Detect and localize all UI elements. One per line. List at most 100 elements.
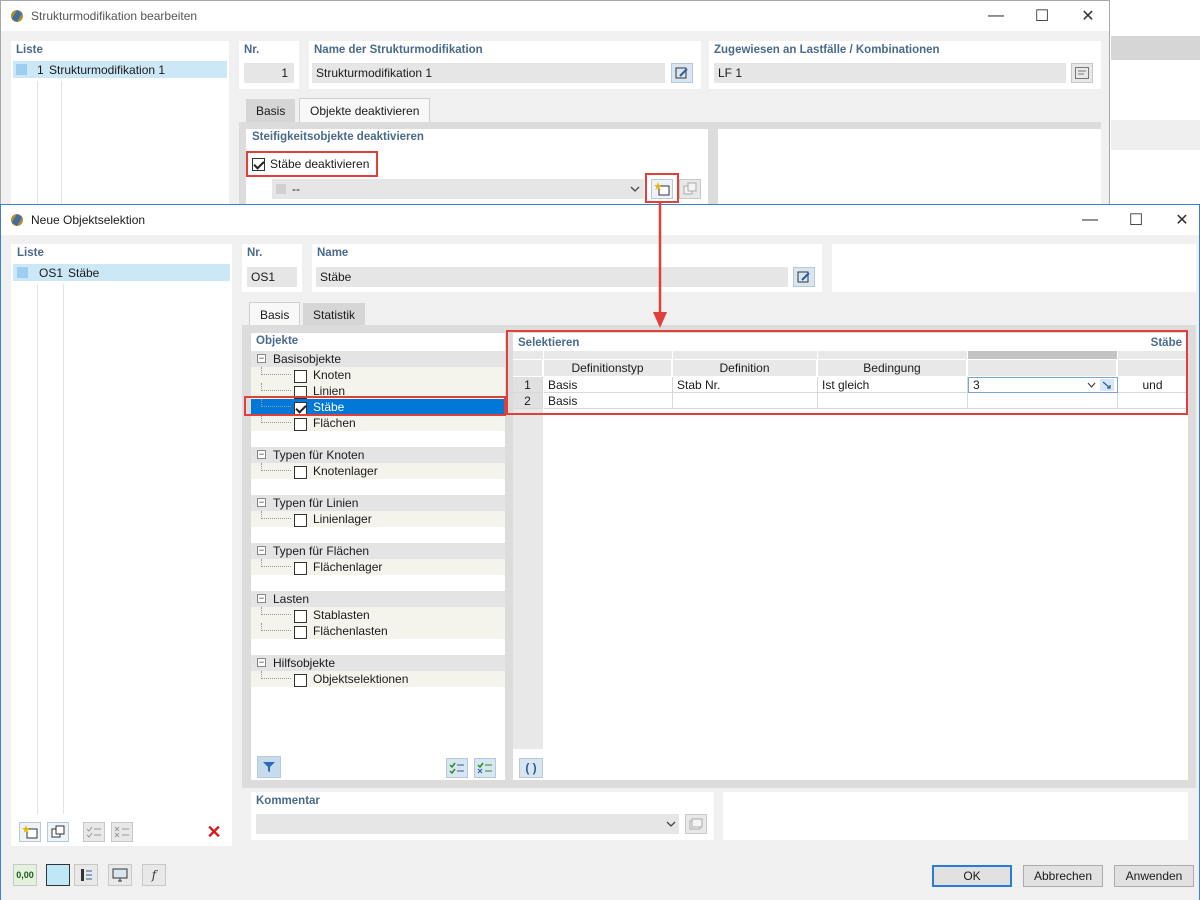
- tab-objekte-deaktivieren[interactable]: Objekte deaktivieren: [299, 98, 431, 122]
- tree-item[interactable]: Flächenlasten: [251, 623, 505, 640]
- fg-name-field[interactable]: Stäbe: [316, 267, 788, 287]
- tree-item-label: Flächen: [313, 416, 356, 430]
- tree-checkbox[interactable]: [294, 370, 307, 384]
- list-divider: [37, 81, 38, 211]
- tree-checkbox[interactable]: [294, 562, 307, 576]
- maximize-icon[interactable]: ☐: [1019, 1, 1065, 31]
- list-item[interactable]: 1 Strukturmodifikation 1: [13, 61, 227, 78]
- assign-button[interactable]: [1071, 63, 1093, 83]
- tree-connector: [261, 383, 291, 391]
- list-item[interactable]: OS1 Stäbe: [13, 264, 230, 281]
- bg-nr-panel: Nr. 1: [239, 41, 299, 89]
- collapse-icon[interactable]: −: [257, 354, 266, 363]
- list-item-nr: 1: [37, 63, 44, 77]
- apply-button[interactable]: Anwenden: [1114, 865, 1194, 887]
- tree-item[interactable]: Knotenlager: [251, 463, 505, 480]
- bg-assigned-field: LF 1: [714, 63, 1066, 83]
- maximize-icon[interactable]: ☐: [1113, 205, 1159, 235]
- select-all-button[interactable]: [446, 758, 468, 778]
- tree-checkbox[interactable]: [294, 466, 307, 480]
- bg-section-label: Steifigkeitsobjekte deaktivieren: [252, 131, 424, 143]
- filter-icon: [263, 762, 275, 772]
- highlight-staebe-item: [244, 396, 506, 416]
- ok-button[interactable]: OK: [932, 865, 1012, 887]
- tree-checkbox[interactable]: [294, 610, 307, 624]
- tree-group-label: Lasten: [273, 592, 310, 606]
- tree-checkbox[interactable]: [294, 418, 307, 432]
- tab-basis[interactable]: Basis: [249, 302, 301, 326]
- tree-connector: [261, 367, 291, 375]
- collapse-icon[interactable]: −: [257, 498, 266, 507]
- comment-library-button[interactable]: [685, 814, 707, 834]
- fg-nr-panel: Nr. OS1: [242, 244, 302, 292]
- check-all-button[interactable]: [83, 822, 105, 842]
- comment-dropdown[interactable]: [256, 814, 679, 834]
- close-icon[interactable]: ✕: [1159, 205, 1200, 235]
- units-button[interactable]: [74, 864, 98, 886]
- tree-item-label: Objektselektionen: [313, 672, 409, 686]
- tree-connector: [261, 415, 291, 423]
- highlight-select-grid: [506, 330, 1188, 415]
- tree-checkbox[interactable]: [294, 626, 307, 640]
- list-item-swatch: [17, 267, 28, 278]
- uncheck-all-button[interactable]: [111, 822, 133, 842]
- selection-dropdown[interactable]: --: [272, 179, 644, 199]
- bg-right-panel: [718, 129, 1101, 211]
- tree-connector: [261, 463, 291, 471]
- collapse-icon[interactable]: −: [257, 546, 266, 555]
- function-button[interactable]: f: [142, 864, 166, 886]
- bg-nr-field: 1: [244, 63, 294, 83]
- bg-app-area: [1111, 120, 1200, 150]
- tree-item[interactable]: Stablasten: [251, 607, 505, 624]
- edit-icon: [675, 67, 688, 79]
- fg-list-panel: Liste OS1 Stäbe ✕: [11, 244, 232, 846]
- new-list-item-button[interactable]: [19, 822, 41, 842]
- tree-group[interactable]: − Basisobjekte: [251, 351, 505, 367]
- view-button[interactable]: [108, 864, 132, 886]
- tree-group[interactable]: − Typen für Flächen: [251, 543, 505, 559]
- tree-item[interactable]: Knoten: [251, 367, 505, 384]
- tree-checkbox[interactable]: [294, 674, 307, 688]
- tree-item[interactable]: Linienlager: [251, 511, 505, 528]
- app-icon: [11, 10, 23, 22]
- tree-connector: [261, 671, 291, 679]
- edit-name-button[interactable]: [671, 63, 693, 83]
- fg-name-panel: Name Stäbe: [312, 244, 822, 292]
- tree-checkbox[interactable]: [294, 514, 307, 528]
- tree-group[interactable]: − Hilfsobjekte: [251, 655, 505, 671]
- copy-selection-button[interactable]: [679, 179, 701, 199]
- tree-item-label: Knotenlager: [313, 464, 378, 478]
- tab-statistik[interactable]: Statistik: [303, 303, 366, 327]
- minimize-icon[interactable]: —: [1067, 205, 1113, 235]
- fg-nr-field: OS1: [247, 267, 297, 287]
- chevron-down-icon: [630, 186, 640, 192]
- delete-icon[interactable]: ✕: [203, 822, 225, 842]
- units-icon: [81, 869, 92, 881]
- decimal-button[interactable]: 0,00: [13, 864, 37, 886]
- collapse-icon[interactable]: −: [257, 594, 266, 603]
- tree-item[interactable]: Objektselektionen: [251, 671, 505, 688]
- bg-dialog: Strukturmodifikation bearbeiten — ☐ ✕ Li…: [0, 0, 1111, 211]
- annotation-arrow: [653, 202, 667, 328]
- tree-item[interactable]: Flächenlager: [251, 559, 505, 576]
- copy-icon: [51, 825, 65, 838]
- collapse-icon[interactable]: −: [257, 658, 266, 667]
- close-icon[interactable]: ✕: [1065, 1, 1111, 31]
- tree-group[interactable]: − Typen für Linien: [251, 495, 505, 511]
- collapse-icon[interactable]: −: [257, 450, 266, 459]
- copy-list-item-button[interactable]: [47, 822, 69, 842]
- edit-name-button[interactable]: [793, 267, 815, 287]
- tree-group[interactable]: − Typen für Knoten: [251, 447, 505, 463]
- deselect-all-button[interactable]: [474, 758, 496, 778]
- minimize-icon[interactable]: —: [973, 1, 1019, 31]
- color-button[interactable]: [46, 864, 70, 886]
- bg-name-field[interactable]: Strukturmodifikation 1: [312, 63, 665, 83]
- cancel-button[interactable]: Abbrechen: [1023, 865, 1103, 887]
- fg-nr-label: Nr.: [247, 247, 263, 259]
- tree-group[interactable]: − Lasten: [251, 591, 505, 607]
- filter-button[interactable]: [257, 756, 281, 778]
- parentheses-button[interactable]: ( ): [519, 758, 543, 778]
- tree-item[interactable]: Flächen: [251, 415, 505, 432]
- bg-app-area: [1111, 36, 1200, 60]
- tab-basis[interactable]: Basis: [246, 99, 296, 123]
